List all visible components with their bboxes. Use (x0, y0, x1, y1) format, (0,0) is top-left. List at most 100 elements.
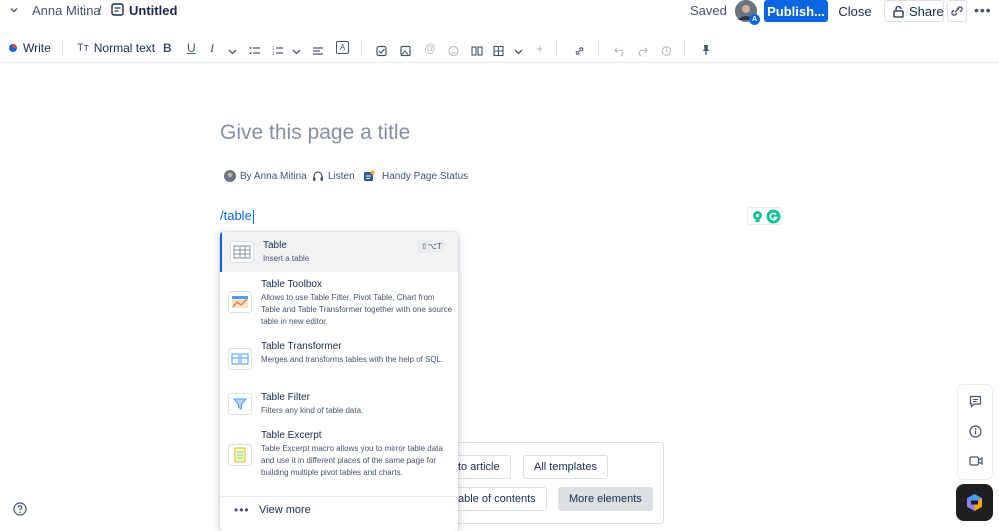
share-button[interactable]: Share (884, 0, 944, 22)
undo-icon[interactable] (614, 43, 625, 59)
keyboard-shortcut-badge: ⇧⌥T (418, 240, 445, 253)
byline[interactable]: By Anna Mitina (224, 170, 307, 182)
avatar[interactable]: A (735, 0, 760, 25)
toolbar-divider (598, 40, 599, 56)
menu-divider (220, 496, 458, 497)
saved-status: Saved (690, 3, 727, 18)
emoji-icon[interactable] (448, 43, 459, 59)
checkbox-icon[interactable] (376, 43, 387, 59)
copy-link-button[interactable] (947, 0, 967, 22)
listen-label: Listen (328, 170, 355, 182)
list-options-chevron-icon[interactable] (292, 44, 301, 60)
write-mode-button[interactable]: Write (8, 40, 51, 56)
grammarly-icon[interactable] (766, 209, 781, 224)
more-dots-icon: ••• (234, 503, 250, 517)
slash-command-menu: Table Insert a table Table Toolbox Allow… (220, 232, 458, 531)
italic-icon[interactable]: I (210, 40, 214, 56)
menu-item-description: Table Excerpt macro allows you to mirror… (261, 444, 443, 477)
table-options-chevron-icon[interactable] (514, 44, 523, 60)
page-title-placeholder[interactable]: Give this page a title (220, 121, 410, 145)
more-formatting-chevron-icon[interactable] (228, 44, 237, 60)
text-style-label: Normal text (93, 41, 156, 55)
editor-toolbar: Write Tт Normal text B U I 12 A @ + (0, 33, 999, 63)
comment-icon[interactable] (969, 395, 982, 408)
info-icon[interactable] (969, 425, 982, 438)
toolbar-divider (361, 40, 362, 56)
numbered-list-icon[interactable]: 12 (272, 43, 283, 59)
slash-command-text: /table (220, 208, 252, 223)
menu-item-description: Allows to use Table Filter, Pivot Table,… (261, 293, 453, 326)
avatar-badge: A (749, 14, 760, 25)
menu-item-title: Table Transformer (261, 341, 342, 352)
publish-button[interactable]: Publish... (764, 0, 828, 22)
insert-plus-icon[interactable]: + (536, 40, 544, 56)
layouts-icon[interactable] (471, 43, 483, 59)
table-of-contents-button[interactable]: able of contents (447, 487, 547, 511)
text-caret (252, 209, 254, 224)
breadcrumb-user[interactable]: Anna Mitina (32, 3, 101, 18)
rovo-ai-button[interactable] (956, 484, 993, 521)
breadcrumb-page-title[interactable]: Untitled (129, 3, 177, 18)
table-transformer-icon (228, 348, 252, 370)
page-status-button[interactable]: Handy Page Status (363, 170, 468, 182)
link-icon (951, 6, 963, 16)
rovo-icon (967, 494, 982, 511)
pin-icon[interactable] (701, 42, 711, 58)
mention-icon[interactable]: @ (424, 40, 436, 56)
text-style-dropdown[interactable]: Tт Normal text (77, 40, 155, 56)
menu-item-table-toolbox[interactable]: Table Toolbox Allows to use Table Filter… (220, 276, 458, 336)
menu-item-table-excerpt[interactable]: Table Excerpt Table Excerpt macro allows… (220, 428, 458, 494)
all-templates-button[interactable]: All templates (523, 455, 608, 479)
menu-item-description: Filters any kind of table data. (261, 406, 364, 415)
help-icon[interactable] (13, 502, 27, 516)
author-avatar-icon (224, 170, 236, 182)
text-color-icon[interactable]: A (336, 41, 349, 54)
editor-slash-command-text[interactable]: /table (220, 208, 254, 224)
menu-item-description: Merges and transforms tables with the he… (261, 355, 444, 364)
text-style-icon: Tт (77, 42, 89, 54)
template-suggestions-panel: to article All templates able of content… (436, 442, 664, 524)
align-left-icon[interactable] (313, 43, 323, 59)
underline-icon[interactable]: U (187, 40, 196, 56)
history-icon[interactable] (661, 43, 672, 59)
toolbar-divider (62, 40, 63, 56)
chevron-down-icon[interactable] (9, 5, 19, 15)
side-actions-panel (957, 384, 993, 480)
bullet-list-icon[interactable] (249, 43, 260, 59)
bold-icon[interactable]: B (163, 40, 172, 56)
video-icon[interactable] (969, 455, 983, 467)
page-icon (111, 3, 124, 16)
menu-item-title: Table Excerpt (261, 430, 322, 441)
table-insert-icon[interactable] (493, 43, 504, 59)
table-filter-icon (228, 393, 252, 415)
table-toolbox-icon (228, 291, 252, 313)
table-excerpt-icon (228, 444, 252, 466)
write-label: Write (23, 41, 51, 55)
lock-icon (893, 5, 904, 18)
menu-item-table-filter[interactable]: Table Filter Filters any kind of table d… (220, 389, 458, 425)
writing-assistant-widget[interactable] (747, 207, 782, 225)
breadcrumb-separator: / (98, 3, 102, 18)
more-options-icon[interactable]: ••• (974, 2, 994, 18)
table-icon (230, 241, 254, 263)
link-icon[interactable] (574, 43, 585, 59)
toolbar-divider (556, 40, 557, 56)
page-status-label: Handy Page Status (382, 170, 469, 182)
headphones-icon (313, 171, 323, 181)
ai-write-icon (9, 44, 17, 52)
listen-button[interactable]: Listen (312, 170, 355, 182)
menu-item-title: Table Filter (261, 392, 310, 403)
menu-item-title: Table (263, 240, 287, 251)
byline-text: By Anna Mitina (240, 170, 307, 182)
svg-text:2: 2 (272, 51, 275, 56)
view-more-button[interactable]: ••• View more (220, 500, 458, 524)
more-elements-button[interactable]: More elements (558, 487, 653, 511)
menu-item-table-transformer[interactable]: Table Transformer Merges and transforms … (220, 338, 458, 386)
image-icon[interactable] (400, 43, 411, 59)
share-label: Share (909, 3, 944, 19)
close-button[interactable]: Close (832, 0, 878, 22)
ai-bulb-icon[interactable] (751, 210, 764, 223)
redo-icon[interactable] (637, 43, 648, 59)
view-more-label: View more (259, 504, 311, 516)
menu-item-description: Insert a table (263, 254, 310, 263)
